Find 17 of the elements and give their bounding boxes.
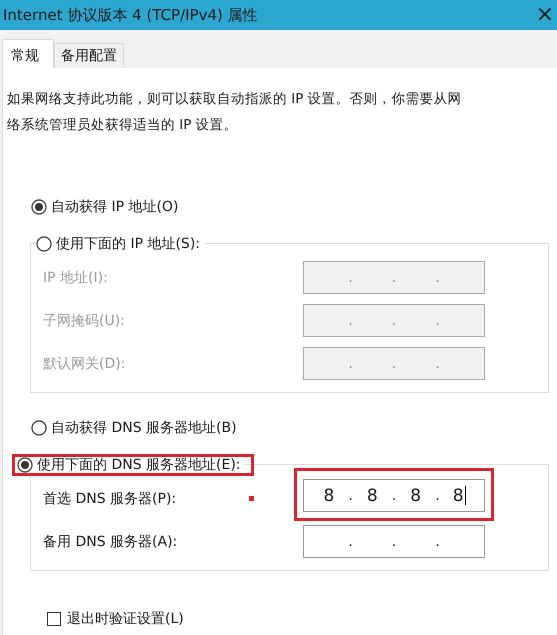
radio-icon[interactable] xyxy=(31,420,47,436)
ip-address-field[interactable]: . . . xyxy=(303,525,485,558)
field-label: 子网掩码(U): xyxy=(43,312,126,330)
checkbox-option[interactable]: 退出时验证设置(L) xyxy=(41,609,190,629)
description-text: 如果网络支持此功能，则可以获取自动指派的 IP 设置。否则，你需要从网络系统管理员处获得适当的 IP 设置。 xyxy=(7,90,463,135)
radio-icon[interactable] xyxy=(17,457,33,473)
field-label: IP 地址(I): xyxy=(43,268,109,286)
tab[interactable]: 备用配置 xyxy=(54,43,124,68)
field-label: 首选 DNS 服务器(P): xyxy=(43,490,178,508)
field-label: 备用 DNS 服务器(A): xyxy=(43,532,178,550)
field-label: 默认网关(D): xyxy=(43,354,126,372)
window-title: Internet 协议版本 4 (TCP/IPv4) 属性 xyxy=(3,6,258,24)
checkbox-icon[interactable] xyxy=(47,612,61,626)
tab[interactable]: 常规 xyxy=(2,39,54,68)
radio-option[interactable]: 使用下面的 DNS 服务器地址(E): xyxy=(17,458,245,472)
ip-address-field[interactable]: 8 . 8 . 8 . 8 xyxy=(303,479,485,512)
close-button[interactable]: × xyxy=(536,4,554,26)
